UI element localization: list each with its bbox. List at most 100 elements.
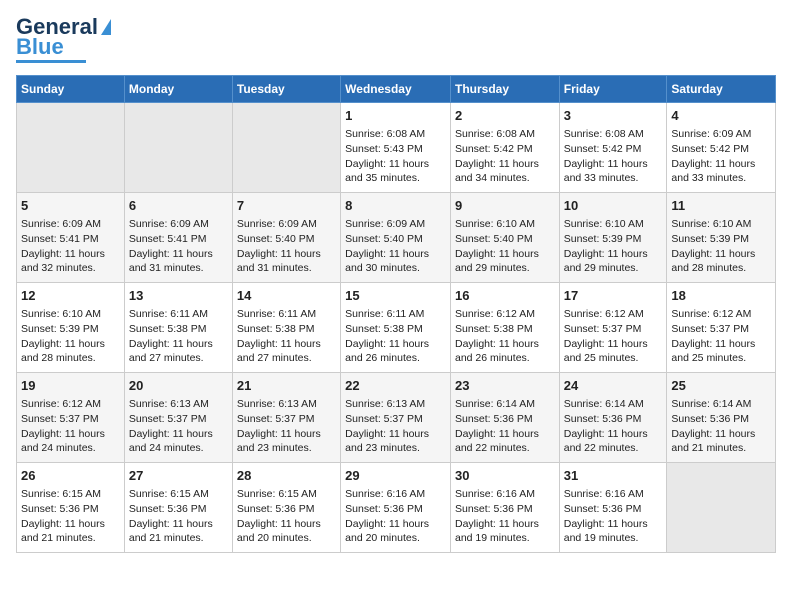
week-row-1: 1Sunrise: 6:08 AMSunset: 5:43 PMDaylight… [17,103,776,193]
calendar-cell: 18 Sunrise: 6:12 AMSunset: 5:37 PMDayligh… [667,283,776,373]
logo: General Blue [16,16,111,63]
day-info: Sunrise: 6:11 AMSunset: 5:38 PMDaylight:… [237,307,336,366]
day-number: 5 [21,197,120,215]
day-info: Sunrise: 6:08 AMSunset: 5:43 PMDaylight:… [345,127,446,186]
calendar-cell: 3 Sunrise: 6:08 AMSunset: 5:42 PMDaylight… [559,103,667,193]
day-info: Sunrise: 6:09 AMSunset: 5:41 PMDaylight:… [129,217,228,276]
calendar-cell: 27 Sunrise: 6:15 AMSunset: 5:36 PMDayligh… [124,463,232,553]
day-number: 18 [671,287,771,305]
day-info: Sunrise: 6:09 AMSunset: 5:41 PMDaylight:… [21,217,120,276]
day-number: 13 [129,287,228,305]
day-info: Sunrise: 6:09 AMSunset: 5:42 PMDaylight:… [671,127,771,186]
week-row-2: 5 Sunrise: 6:09 AMSunset: 5:41 PMDaylight… [17,193,776,283]
calendar-cell: 24Sunrise: 6:14 AMSunset: 5:36 PMDayligh… [559,373,667,463]
day-number: 16 [455,287,555,305]
day-info: Sunrise: 6:13 AMSunset: 5:37 PMDaylight:… [237,397,336,456]
day-number: 2 [455,107,555,125]
day-number: 31 [564,467,663,485]
day-number: 12 [21,287,120,305]
day-info: Sunrise: 6:15 AMSunset: 5:36 PMDaylight:… [237,487,336,546]
calendar-cell [17,103,125,193]
page-header: General Blue [16,16,776,63]
day-number: 17 [564,287,663,305]
day-number: 30 [455,467,555,485]
day-number: 29 [345,467,446,485]
day-number: 7 [237,197,336,215]
day-number: 28 [237,467,336,485]
calendar-cell: 29Sunrise: 6:16 AMSunset: 5:36 PMDayligh… [341,463,451,553]
day-info: Sunrise: 6:10 AMSunset: 5:39 PMDaylight:… [564,217,663,276]
calendar-cell: 14 Sunrise: 6:11 AMSunset: 5:38 PMDayligh… [232,283,340,373]
calendar-cell: 31 Sunrise: 6:16 AMSunset: 5:36 PMDayligh… [559,463,667,553]
calendar-cell: 20 Sunrise: 6:13 AMSunset: 5:37 PMDayligh… [124,373,232,463]
calendar-cell: 26 Sunrise: 6:15 AMSunset: 5:36 PMDayligh… [17,463,125,553]
day-info: Sunrise: 6:10 AMSunset: 5:39 PMDaylight:… [671,217,771,276]
day-info: Sunrise: 6:10 AMSunset: 5:40 PMDaylight:… [455,217,555,276]
day-number: 3 [564,107,663,125]
calendar-cell: 11 Sunrise: 6:10 AMSunset: 5:39 PMDayligh… [667,193,776,283]
calendar-cell: 6 Sunrise: 6:09 AMSunset: 5:41 PMDaylight… [124,193,232,283]
day-number: 24 [564,377,663,395]
calendar-cell: 23 Sunrise: 6:14 AMSunset: 5:36 PMDayligh… [450,373,559,463]
day-header-monday: Monday [124,76,232,103]
day-number: 27 [129,467,228,485]
calendar-cell: 4 Sunrise: 6:09 AMSunset: 5:42 PMDaylight… [667,103,776,193]
calendar-cell: 7Sunrise: 6:09 AMSunset: 5:40 PMDaylight… [232,193,340,283]
header-row: SundayMondayTuesdayWednesdayThursdayFrid… [17,76,776,103]
day-info: Sunrise: 6:08 AMSunset: 5:42 PMDaylight:… [564,127,663,186]
calendar-cell: 8Sunrise: 6:09 AMSunset: 5:40 PMDaylight… [341,193,451,283]
day-info: Sunrise: 6:15 AMSunset: 5:36 PMDaylight:… [129,487,228,546]
day-number: 4 [671,107,771,125]
calendar-cell: 17Sunrise: 6:12 AMSunset: 5:37 PMDayligh… [559,283,667,373]
day-info: Sunrise: 6:12 AMSunset: 5:37 PMDaylight:… [21,397,120,456]
day-info: Sunrise: 6:14 AMSunset: 5:36 PMDaylight:… [671,397,771,456]
day-number: 6 [129,197,228,215]
calendar-cell: 30 Sunrise: 6:16 AMSunset: 5:36 PMDayligh… [450,463,559,553]
logo-line [16,60,86,63]
day-info: Sunrise: 6:13 AMSunset: 5:37 PMDaylight:… [129,397,228,456]
calendar-cell [667,463,776,553]
day-number: 10 [564,197,663,215]
calendar-cell: 5 Sunrise: 6:09 AMSunset: 5:41 PMDaylight… [17,193,125,283]
day-number: 11 [671,197,771,215]
day-info: Sunrise: 6:14 AMSunset: 5:36 PMDaylight:… [455,397,555,456]
calendar-cell: 21 Sunrise: 6:13 AMSunset: 5:37 PMDayligh… [232,373,340,463]
day-info: Sunrise: 6:16 AMSunset: 5:36 PMDaylight:… [455,487,555,546]
day-info: Sunrise: 6:16 AMSunset: 5:36 PMDaylight:… [564,487,663,546]
day-number: 15 [345,287,446,305]
day-number: 25 [671,377,771,395]
calendar-cell: 25 Sunrise: 6:14 AMSunset: 5:36 PMDayligh… [667,373,776,463]
day-number: 20 [129,377,228,395]
day-info: Sunrise: 6:13 AMSunset: 5:37 PMDaylight:… [345,397,446,456]
day-header-wednesday: Wednesday [341,76,451,103]
calendar-table: SundayMondayTuesdayWednesdayThursdayFrid… [16,75,776,553]
day-info: Sunrise: 6:15 AMSunset: 5:36 PMDaylight:… [21,487,120,546]
calendar-cell: 13 Sunrise: 6:11 AMSunset: 5:38 PMDayligh… [124,283,232,373]
day-info: Sunrise: 6:12 AMSunset: 5:37 PMDaylight:… [671,307,771,366]
day-header-tuesday: Tuesday [232,76,340,103]
day-number: 19 [21,377,120,395]
day-info: Sunrise: 6:08 AMSunset: 5:42 PMDaylight:… [455,127,555,186]
logo-part2: Blue [16,36,64,58]
day-info: Sunrise: 6:10 AMSunset: 5:39 PMDaylight:… [21,307,120,366]
week-row-4: 19 Sunrise: 6:12 AMSunset: 5:37 PMDayligh… [17,373,776,463]
calendar-cell: 16Sunrise: 6:12 AMSunset: 5:38 PMDayligh… [450,283,559,373]
day-info: Sunrise: 6:09 AMSunset: 5:40 PMDaylight:… [345,217,446,276]
day-header-saturday: Saturday [667,76,776,103]
calendar-cell [232,103,340,193]
calendar-cell: 9 Sunrise: 6:10 AMSunset: 5:40 PMDaylight… [450,193,559,283]
calendar-cell: 12 Sunrise: 6:10 AMSunset: 5:39 PMDayligh… [17,283,125,373]
day-header-sunday: Sunday [17,76,125,103]
day-number: 9 [455,197,555,215]
day-number: 14 [237,287,336,305]
calendar-cell [124,103,232,193]
day-number: 26 [21,467,120,485]
day-header-friday: Friday [559,76,667,103]
day-info: Sunrise: 6:11 AMSunset: 5:38 PMDaylight:… [129,307,228,366]
week-row-5: 26 Sunrise: 6:15 AMSunset: 5:36 PMDayligh… [17,463,776,553]
calendar-cell: 2 Sunrise: 6:08 AMSunset: 5:42 PMDaylight… [450,103,559,193]
day-number: 23 [455,377,555,395]
day-number: 21 [237,377,336,395]
week-row-3: 12 Sunrise: 6:10 AMSunset: 5:39 PMDayligh… [17,283,776,373]
day-number: 22 [345,377,446,395]
